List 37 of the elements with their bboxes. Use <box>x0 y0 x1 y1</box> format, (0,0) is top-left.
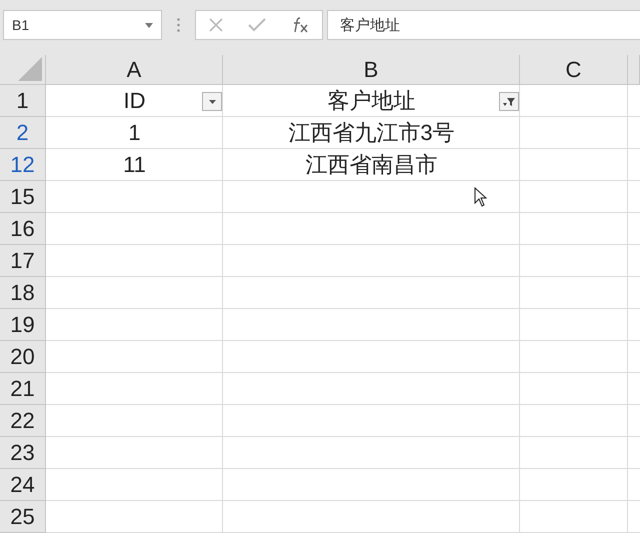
table-cell-text: 客户地址 <box>328 87 416 115</box>
row-header[interactable]: 17 <box>0 245 46 277</box>
formula-field[interactable]: 客户地址 <box>327 10 640 40</box>
row-header[interactable]: 25 <box>0 501 46 533</box>
row-header[interactable]: 21 <box>0 373 46 405</box>
cancel-icon[interactable] <box>208 18 223 32</box>
check-icon[interactable] <box>248 18 266 32</box>
grip-icon <box>177 18 180 32</box>
column-header[interactable]: B <box>223 55 520 85</box>
column-header[interactable] <box>628 55 640 85</box>
caret-icon <box>208 100 216 104</box>
filter-icon <box>503 96 515 106</box>
mouse-pointer-icon <box>474 187 487 207</box>
column-header[interactable]: C <box>520 55 628 85</box>
row-header[interactable]: 18 <box>0 277 46 309</box>
row-header[interactable]: 23 <box>0 437 46 469</box>
column-header[interactable]: A <box>46 55 223 85</box>
table-cell: 1 <box>128 120 141 146</box>
row-header[interactable]: 2 <box>0 117 46 149</box>
select-all-corner[interactable] <box>0 55 46 85</box>
filter-button[interactable] <box>499 92 519 111</box>
row-header[interactable]: 12 <box>0 149 46 181</box>
row-header[interactable]: 19 <box>0 309 46 341</box>
row-header[interactable]: 15 <box>0 181 46 213</box>
table-cell-text: 江西省九江市3号 <box>288 119 455 147</box>
row-header[interactable]: 22 <box>0 405 46 437</box>
caret-icon <box>145 22 153 28</box>
table-cell: 11 <box>123 152 146 178</box>
row-header[interactable]: 1 <box>0 85 46 117</box>
row-header[interactable]: 20 <box>0 341 46 373</box>
table-cell: ID <box>124 88 146 114</box>
name-box[interactable]: B1 <box>3 10 162 40</box>
filter-button[interactable] <box>202 92 222 111</box>
table-cell-text: 江西省南昌市 <box>306 151 438 179</box>
function-icon[interactable] <box>291 17 310 33</box>
row-header[interactable]: 16 <box>0 213 46 245</box>
row-header[interactable]: 24 <box>0 469 46 501</box>
